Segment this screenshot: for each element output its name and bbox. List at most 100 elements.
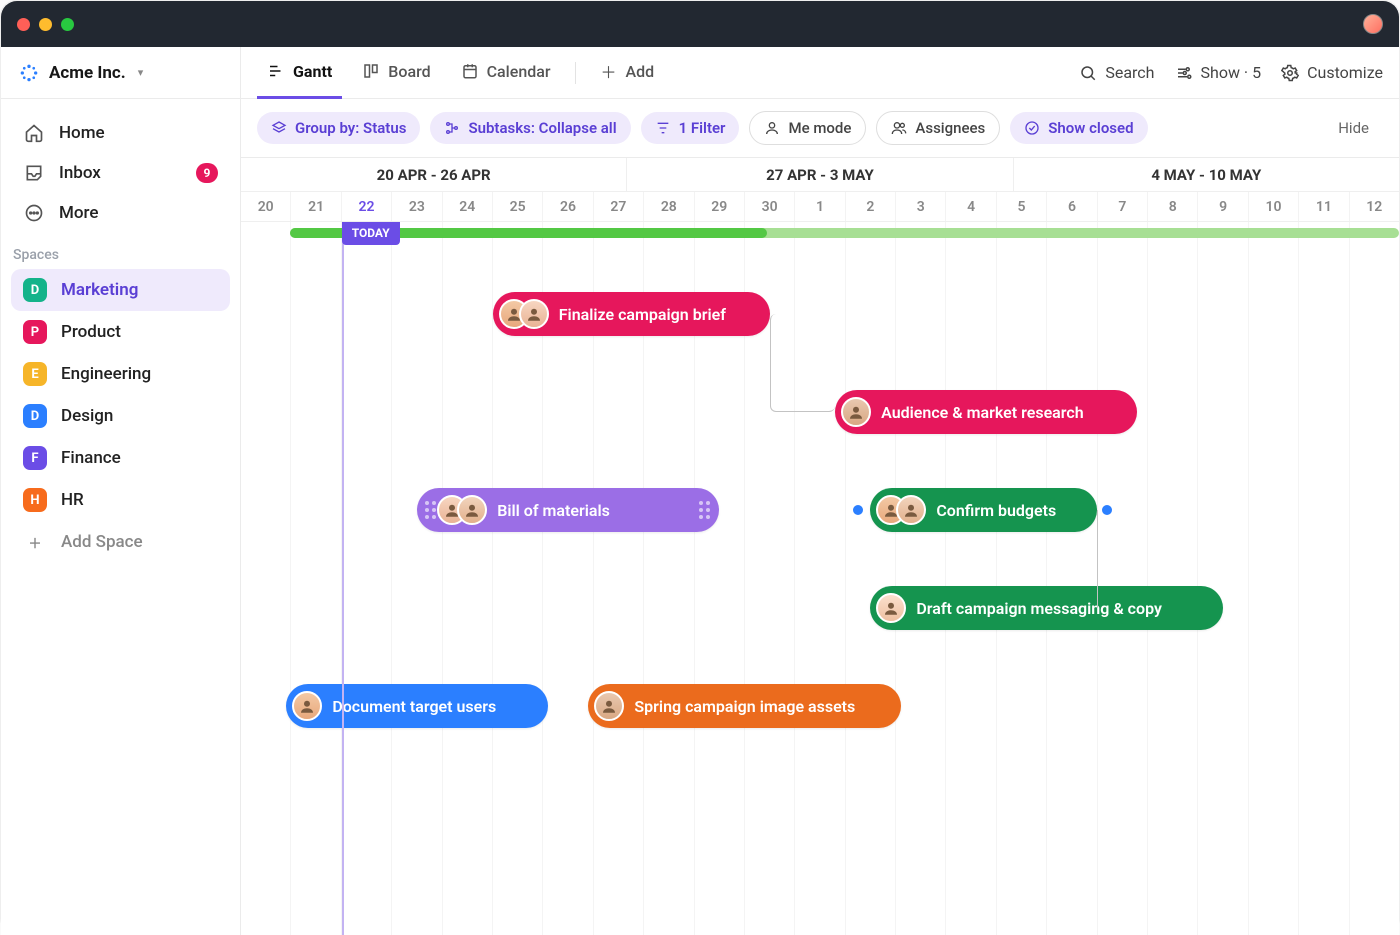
space-item-product[interactable]: P Product <box>11 311 230 353</box>
task-avatars <box>876 593 906 623</box>
filter-bar: Group by: Status Subtasks: Collapse all … <box>241 99 1399 157</box>
milestone-dot[interactable] <box>1102 505 1112 515</box>
space-item-finance[interactable]: FFinance <box>11 437 230 479</box>
space-label: Design <box>61 406 113 426</box>
customize-button[interactable]: Customize <box>1281 63 1383 82</box>
milestone-dot[interactable] <box>853 505 863 515</box>
day-cell: 30 <box>745 192 795 221</box>
show-closed-chip[interactable]: Show closed <box>1010 112 1147 144</box>
task-label: Confirm budgets <box>936 501 1056 520</box>
today-marker: TODAY <box>342 222 400 245</box>
nav-home[interactable]: Home <box>11 113 230 153</box>
space-badge: F <box>23 446 47 470</box>
space-item-engineering[interactable]: EEngineering <box>11 353 230 395</box>
space-item-hr[interactable]: HHR <box>11 479 230 521</box>
inbox-count-badge: 9 <box>196 163 218 183</box>
gantt-task[interactable]: Document target users <box>286 684 548 728</box>
space-badge: P <box>23 320 47 344</box>
gantt-task[interactable]: Audience & market research <box>835 390 1137 434</box>
gantt-task[interactable]: Confirm budgets <box>870 488 1097 532</box>
view-tab-label: Calendar <box>487 62 551 81</box>
group-by-chip[interactable]: Group by: Status <box>257 112 420 144</box>
view-tab-label: Board <box>388 62 430 81</box>
gantt-grid[interactable]: TODAY Finalize campaign brief Audience & m… <box>241 222 1399 935</box>
user-icon <box>764 120 780 136</box>
more-icon <box>23 202 45 224</box>
overall-progress-bar <box>290 228 1399 238</box>
task-label: Draft campaign messaging & copy <box>916 599 1162 618</box>
show-closed-label: Show closed <box>1048 119 1133 137</box>
hide-label: Hide <box>1338 119 1369 137</box>
nav-inbox[interactable]: Inbox 9 <box>11 153 230 193</box>
add-space-label: Add Space <box>61 532 143 552</box>
subtasks-chip[interactable]: Subtasks: Collapse all <box>430 112 630 144</box>
spaces-section-title: Spaces <box>1 233 240 269</box>
day-cell: 29 <box>695 192 745 221</box>
day-cell: 21 <box>291 192 341 221</box>
space-item-marketing[interactable]: D Marketing <box>11 269 230 311</box>
show-button[interactable]: Show · 5 <box>1175 63 1262 82</box>
day-cell: 5 <box>997 192 1047 221</box>
nav-more[interactable]: More <box>11 193 230 233</box>
drag-handle-icon[interactable] <box>425 501 437 519</box>
today-line <box>342 222 344 935</box>
nav-more-label: More <box>59 203 98 223</box>
add-view-label: Add <box>626 62 655 81</box>
gantt-task[interactable]: Spring campaign image assets <box>588 684 900 728</box>
search-label: Search <box>1105 63 1154 82</box>
task-label: Audience & market research <box>881 403 1084 422</box>
gantt-icon <box>267 62 285 80</box>
gantt-task[interactable]: Finalize campaign brief <box>493 292 770 336</box>
view-tab-calendar[interactable]: Calendar <box>451 47 561 99</box>
check-circle-icon <box>1024 120 1040 136</box>
plus-icon: ＋ <box>23 530 47 554</box>
window-traffic-lights <box>17 18 74 31</box>
me-mode-chip[interactable]: Me mode <box>749 111 866 145</box>
nav-home-label: Home <box>59 123 105 143</box>
board-icon <box>362 62 380 80</box>
task-label: Spring campaign image assets <box>634 697 855 716</box>
assignees-chip[interactable]: Assignees <box>876 111 1000 145</box>
day-cell: 12 <box>1350 192 1399 221</box>
space-label: Marketing <box>61 280 138 300</box>
space-badge: D <box>23 404 47 428</box>
task-label: Document target users <box>332 697 496 716</box>
date-range-cell: 20 APR - 26 APR <box>241 158 627 191</box>
filter-icon <box>655 120 671 136</box>
maximize-window-icon[interactable] <box>61 18 74 31</box>
view-tab-board[interactable]: Board <box>352 47 440 99</box>
add-space-button[interactable]: ＋ Add Space <box>11 521 230 563</box>
minimize-window-icon[interactable] <box>39 18 52 31</box>
customize-label: Customize <box>1307 63 1383 82</box>
space-badge: D <box>23 278 47 302</box>
workspace-name: Acme Inc. <box>49 63 126 83</box>
hide-button[interactable]: Hide <box>1324 112 1383 144</box>
day-cell: 4 <box>946 192 996 221</box>
day-cell: 3 <box>896 192 946 221</box>
plus-icon: ＋ <box>600 62 618 80</box>
filter-chip[interactable]: 1 Filter <box>641 112 740 144</box>
gantt-task[interactable]: Bill of materials <box>417 488 719 532</box>
add-view-button[interactable]: ＋ Add <box>590 47 665 99</box>
me-mode-label: Me mode <box>788 119 851 137</box>
filter-label: 1 Filter <box>679 119 726 137</box>
gantt-task[interactable]: Draft campaign messaging & copy <box>870 586 1222 630</box>
search-button[interactable]: Search <box>1079 63 1154 82</box>
day-cell: 11 <box>1299 192 1349 221</box>
profile-avatar[interactable] <box>1363 14 1383 34</box>
gear-icon <box>1281 64 1299 82</box>
day-cell: 20 <box>241 192 291 221</box>
drag-handle-icon[interactable] <box>699 501 711 519</box>
space-item-design[interactable]: D Design <box>11 395 230 437</box>
view-tabs: Gantt Board Calendar ＋ Add Search Show · 5… <box>241 47 1399 99</box>
home-icon <box>23 122 45 144</box>
days-row: 2021222324252627282930123456789101112 <box>241 192 1399 222</box>
space-label: Product <box>61 322 121 342</box>
workspace-switcher[interactable]: Acme Inc. ▾ <box>1 47 240 99</box>
view-tab-gantt[interactable]: Gantt <box>257 47 342 99</box>
day-cell: 2 <box>846 192 896 221</box>
gantt-view: 20 APR - 26 APR27 APR - 3 MAY4 MAY - 10 … <box>241 157 1399 935</box>
close-window-icon[interactable] <box>17 18 30 31</box>
task-avatars <box>594 691 624 721</box>
avatar <box>457 495 487 525</box>
